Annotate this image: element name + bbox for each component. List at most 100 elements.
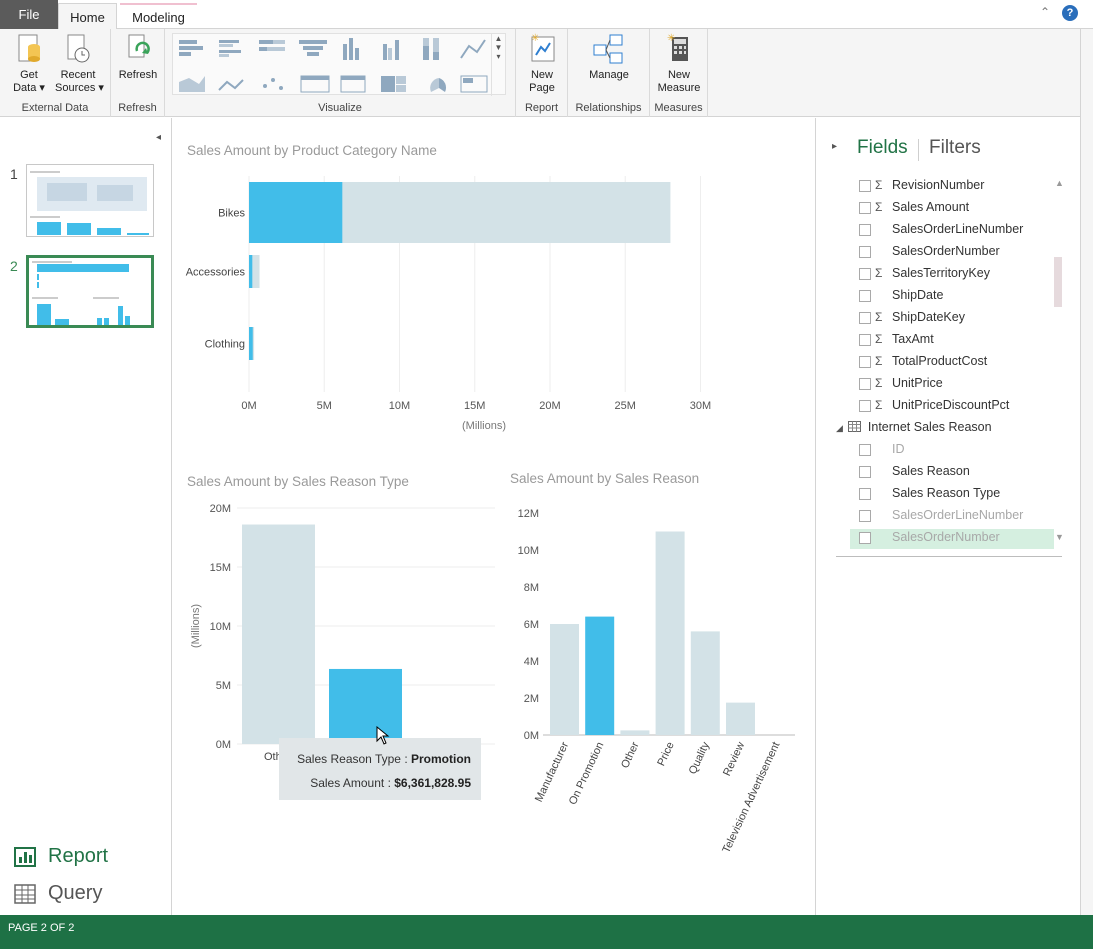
field-checkbox[interactable] (859, 290, 871, 302)
collapse-pages-icon[interactable]: ◂ (156, 132, 161, 143)
fields-tab[interactable]: Fields (857, 137, 908, 159)
field-row[interactable]: SalesOrderNumber (850, 529, 1054, 549)
scroll-down-icon[interactable]: ▼ (1055, 532, 1064, 542)
field-row[interactable]: ShipDate (850, 287, 1054, 307)
field-name: UnitPriceDiscountPct (892, 398, 1010, 412)
field-row[interactable]: SalesOrderLineNumber (850, 507, 1054, 527)
column-bar[interactable] (550, 624, 579, 735)
field-row[interactable]: Σ Sales Amount (850, 199, 1054, 219)
scroll-up-icon[interactable]: ▲ (1055, 178, 1064, 188)
recent-sources-button[interactable]: Recent Sources ▾ (55, 31, 104, 95)
field-checkbox[interactable] (859, 180, 871, 192)
clustered-column-icon[interactable] (383, 40, 399, 60)
gallery-scroll[interactable]: ▲ ▼ ▾ (491, 34, 505, 96)
column-bar[interactable] (690, 631, 720, 735)
field-row[interactable]: Σ UnitPrice (850, 375, 1054, 395)
line-chart-icon[interactable] (218, 79, 244, 91)
area-icon[interactable] (179, 76, 205, 92)
page-thumbnail-1[interactable] (26, 164, 154, 237)
refresh-label: Refresh (118, 69, 158, 81)
100-percent-bar-icon[interactable] (259, 40, 285, 51)
expand-pane-icon[interactable]: ▸ (832, 141, 837, 152)
x-category-label: Quality (687, 740, 713, 777)
get-data-button[interactable]: Get Data ▾ (10, 31, 48, 95)
tooltip-label-type: Sales Reason Type (297, 752, 401, 766)
field-checkbox[interactable] (859, 312, 871, 324)
field-row[interactable]: Sales Reason Type (850, 485, 1054, 505)
card-icon[interactable] (460, 75, 488, 93)
field-row[interactable]: Σ UnitPriceDiscountPct (850, 397, 1054, 417)
expand-table-icon[interactable]: ◢ (836, 423, 843, 433)
column-bar[interactable] (242, 524, 315, 744)
pie-icon[interactable] (430, 78, 447, 92)
field-checkbox[interactable] (859, 488, 871, 500)
field-name: ShipDate (892, 288, 944, 302)
view-report-button[interactable]: Report (14, 845, 108, 868)
manage-relationships-button[interactable]: Manage (580, 31, 638, 82)
tab-home[interactable]: Home (58, 3, 117, 30)
field-row[interactable]: Σ TotalProductCost (850, 353, 1054, 373)
new-page-button[interactable]: ✳ New Page (520, 31, 564, 95)
field-row[interactable]: ID (850, 441, 1054, 461)
field-checkbox[interactable] (859, 334, 871, 346)
field-checkbox[interactable] (859, 378, 871, 390)
matrix-icon[interactable] (340, 75, 366, 93)
column-bar[interactable] (620, 730, 650, 735)
treemap-icon[interactable] (381, 76, 406, 92)
field-row[interactable]: SalesOrderLineNumber (850, 221, 1054, 241)
ribbon: Get Data ▾ Recent Sources ▾ External Dat… (0, 29, 1080, 117)
new-measure-button[interactable]: ✳ New Measure (654, 31, 704, 95)
view-query-button[interactable]: Query (14, 882, 102, 905)
field-row[interactable]: Sales Reason (850, 463, 1054, 483)
funnel-icon[interactable] (299, 40, 327, 56)
refresh-button[interactable]: Refresh (115, 31, 161, 82)
stacked-bar-icon[interactable] (179, 40, 203, 56)
field-checkbox[interactable] (859, 532, 871, 544)
field-row[interactable]: Σ TaxAmt (850, 331, 1054, 351)
column-bar[interactable] (655, 531, 685, 736)
help-icon[interactable]: ? (1062, 5, 1078, 21)
field-checkbox[interactable] (859, 510, 871, 522)
y-axis-title: (Millions) (190, 604, 202, 648)
field-checkbox[interactable] (859, 224, 871, 236)
line-icon[interactable] (460, 39, 486, 59)
fields-scroll-thumb[interactable] (1054, 257, 1062, 307)
report-canvas: Sales Amount by Product Category Name Sa… (173, 118, 814, 915)
page-status: PAGE 2 OF 2 (8, 922, 75, 934)
field-checkbox[interactable] (859, 356, 871, 368)
field-checkbox[interactable] (859, 202, 871, 214)
bar-highlight[interactable] (249, 255, 253, 288)
x-tick-label: 25M (615, 400, 636, 412)
field-row[interactable]: Σ ShipDateKey (850, 309, 1054, 329)
bar-highlight[interactable] (249, 327, 253, 360)
window-scrollbar[interactable] (1080, 29, 1093, 915)
table-internet-sales-reason[interactable]: ◢ Internet Sales Reason (836, 420, 992, 434)
field-name: ShipDateKey (892, 310, 965, 324)
collapse-ribbon-icon[interactable]: ⌃ (1040, 5, 1050, 19)
field-name: ID (892, 442, 905, 456)
column-bar[interactable] (585, 616, 615, 735)
filters-tab[interactable]: Filters (929, 137, 981, 159)
clustered-bar-icon[interactable] (219, 40, 241, 57)
field-checkbox[interactable] (859, 466, 871, 478)
field-checkbox[interactable] (859, 246, 871, 258)
field-checkbox[interactable] (859, 444, 871, 456)
table-visual-icon[interactable] (300, 75, 330, 93)
field-row[interactable]: Σ SalesTerritoryKey (850, 265, 1054, 285)
group-refresh: Refresh Refresh (111, 29, 165, 117)
page-thumbnail-2[interactable] (26, 255, 154, 328)
field-checkbox[interactable] (859, 268, 871, 280)
scatter-icon[interactable] (263, 78, 283, 90)
field-checkbox[interactable] (859, 400, 871, 412)
bar-highlight[interactable] (249, 182, 343, 243)
column-bar[interactable] (726, 702, 755, 735)
tab-file[interactable]: File (0, 0, 58, 29)
stacked-column-icon[interactable] (343, 38, 359, 60)
tab-modeling[interactable]: Modeling (120, 3, 197, 29)
field-row[interactable]: Σ RevisionNumber (850, 177, 1054, 197)
100-percent-column-icon[interactable] (423, 38, 439, 60)
calculator-icon: ✳ (667, 33, 688, 61)
field-row[interactable]: SalesOrderNumber (850, 243, 1054, 263)
x-tick-label: 5M (317, 400, 332, 412)
sum-icon: Σ (875, 178, 883, 192)
